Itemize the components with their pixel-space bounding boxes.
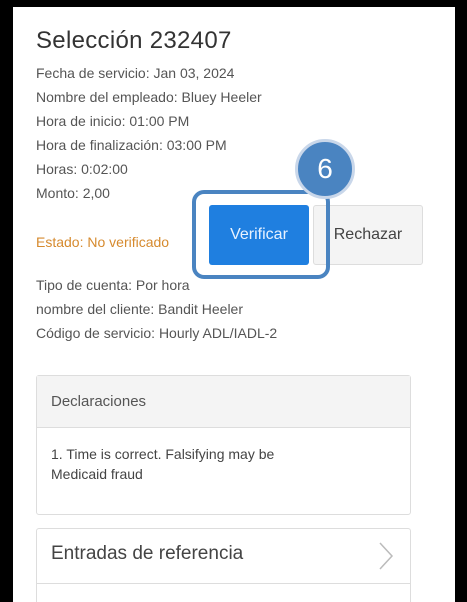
employee-name: Nombre del empleado: Bluey Heeler <box>36 89 262 105</box>
service-date: Fecha de servicio: Jan 03, 2024 <box>36 65 235 81</box>
start-time: Hora de inicio: 01:00 PM <box>36 113 190 129</box>
declarations-panel: Declaraciones 1. Time is correct. Falsif… <box>36 375 411 515</box>
chevron-right-icon <box>379 542 394 570</box>
reject-button[interactable]: Rechazar <box>313 205 423 265</box>
step-badge: 6 <box>295 139 355 199</box>
end-time: Hora de finalización: 03:00 PM <box>36 137 227 153</box>
service-code: Código de servicio: Hourly ADL/IADL-2 <box>36 325 278 341</box>
verify-button[interactable]: Verificar <box>209 205 309 265</box>
reference-entries-row[interactable]: Entradas de referencia <box>36 528 411 583</box>
next-row <box>36 583 411 602</box>
hours: Horas: 0:02:00 <box>36 161 128 177</box>
reference-entries-label: Entradas de referencia <box>51 543 244 564</box>
screen: Selección 232407 Fecha de servicio: Jan … <box>13 7 455 602</box>
declarations-text: 1. Time is correct. Falsifying may be Me… <box>51 446 275 482</box>
amount: Monto: 2,00 <box>36 185 110 201</box>
declarations-header: Declaraciones <box>37 376 410 428</box>
client-name: nombre del cliente: Bandit Heeler <box>36 301 244 317</box>
page-title: Selección 232407 <box>36 27 232 54</box>
account-type: Tipo de cuenta: Por hora <box>36 277 194 293</box>
status-text: Estado: No verificado <box>36 234 170 250</box>
